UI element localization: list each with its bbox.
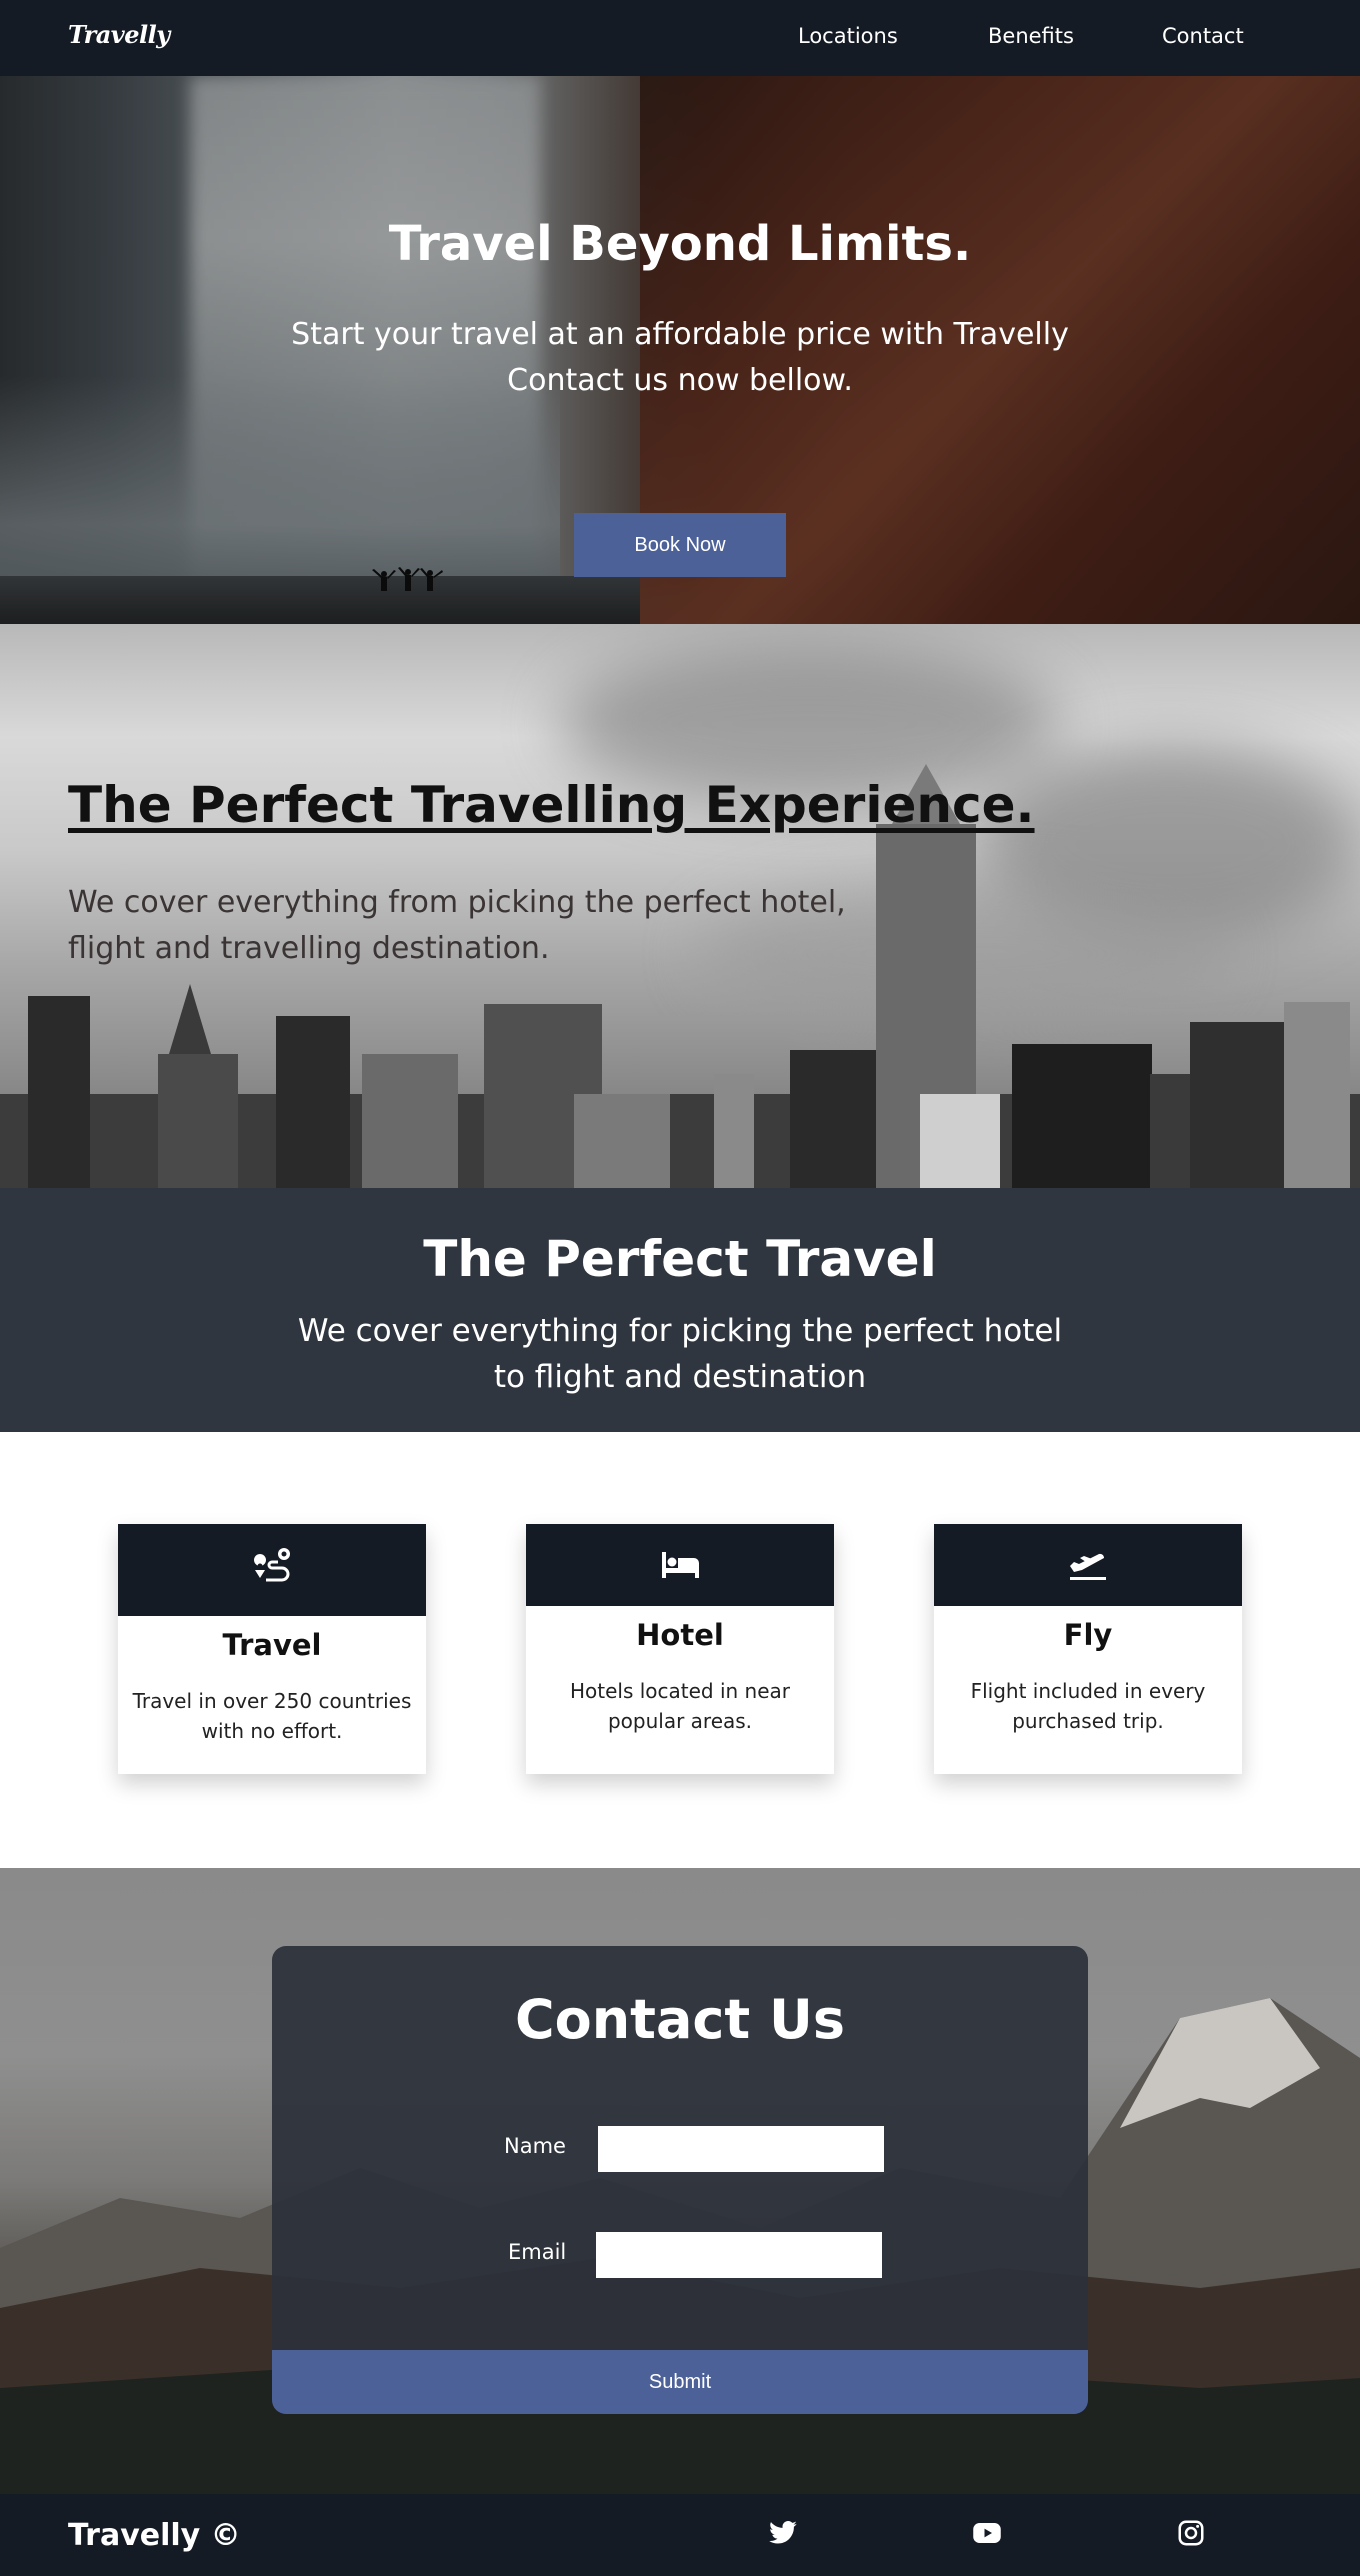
bed-icon [662,1552,699,1578]
card-text-line: popular areas. [607,1709,753,1733]
hero-subtitle: Start your travel at an affordable price… [280,312,1080,404]
name-label: Name [504,2134,566,2158]
card-text-line: Flight included in every [970,1679,1206,1703]
logo[interactable]: Travelly [68,20,170,49]
card-text: Flight included in every purchased trip. [948,1676,1228,1736]
card-text-line: with no effort. [201,1719,343,1743]
card-text-line: Travel in over 250 countries [132,1689,412,1713]
youtube-icon[interactable] [972,2518,1002,2548]
experience-section: The Perfect Travelling Experience. We co… [0,624,1360,1188]
benefit-card-travel: Travel Travel in over 250 countries with… [118,1524,426,1774]
plane-departure-icon [1070,1553,1106,1580]
benefit-card-hotel: Hotel Hotels located in near popular are… [526,1524,834,1774]
hero-title: Travel Beyond Limits. [388,216,972,272]
footer-brand: Travelly © [68,2518,241,2553]
hero-subtitle-line: Contact us now bellow. [507,363,853,398]
perfect-travel-section: The Perfect Travel We cover everything f… [0,1188,1360,1432]
card-header [934,1524,1242,1606]
name-input[interactable] [598,2126,884,2172]
perfect-travel-text-line: to flight and destination [493,1359,867,1395]
card-title: Travel [222,1628,322,1662]
twitter-icon[interactable] [768,2518,798,2548]
card-text: Hotels located in near popular areas. [540,1676,820,1736]
navbar: Travelly Locations Benefits Contact [0,0,1360,76]
perfect-travel-text: We cover everything for picking the perf… [280,1308,1080,1400]
card-title: Fly [1063,1618,1113,1652]
card-header [526,1524,834,1606]
route-icon [254,1548,290,1582]
email-label: Email [508,2240,567,2264]
experience-title: The Perfect Travelling Experience. [68,776,1035,834]
email-input[interactable] [596,2232,882,2278]
experience-text: We cover everything from picking the per… [68,880,888,972]
submit-button[interactable]: Submit [272,2350,1088,2414]
nav-link-contact[interactable]: Contact [1162,24,1244,48]
hero-subtitle-line: Start your travel at an affordable price… [291,317,1069,352]
card-text: Travel in over 250 countries with no eff… [132,1686,412,1746]
book-now-button[interactable]: Book Now [574,513,786,577]
nav-link-locations[interactable]: Locations [798,24,898,48]
card-text-line: Hotels located in near [569,1679,791,1703]
contact-form-card: Contact Us Name Email Submit [272,1946,1088,2414]
hero-section: Travel Beyond Limits. Start your travel … [0,76,1360,624]
footer: Travelly © [0,2494,1360,2576]
contact-section: Contact Us Name Email Submit [0,1868,1360,2494]
instagram-icon[interactable] [1176,2518,1206,2548]
card-text-line: purchased trip. [1012,1709,1164,1733]
experience-text-line: We cover everything from picking the per… [68,885,846,920]
perfect-travel-title: The Perfect Travel [423,1230,937,1288]
card-header [118,1524,426,1616]
contact-title: Contact Us [514,1988,846,2051]
perfect-travel-text-line: We cover everything for picking the perf… [297,1313,1063,1349]
benefit-card-fly: Fly Flight included in every purchased t… [934,1524,1242,1774]
experience-text-line: flight and travelling destination. [68,931,550,966]
card-title: Hotel [636,1618,724,1652]
nav-link-benefits[interactable]: Benefits [988,24,1074,48]
